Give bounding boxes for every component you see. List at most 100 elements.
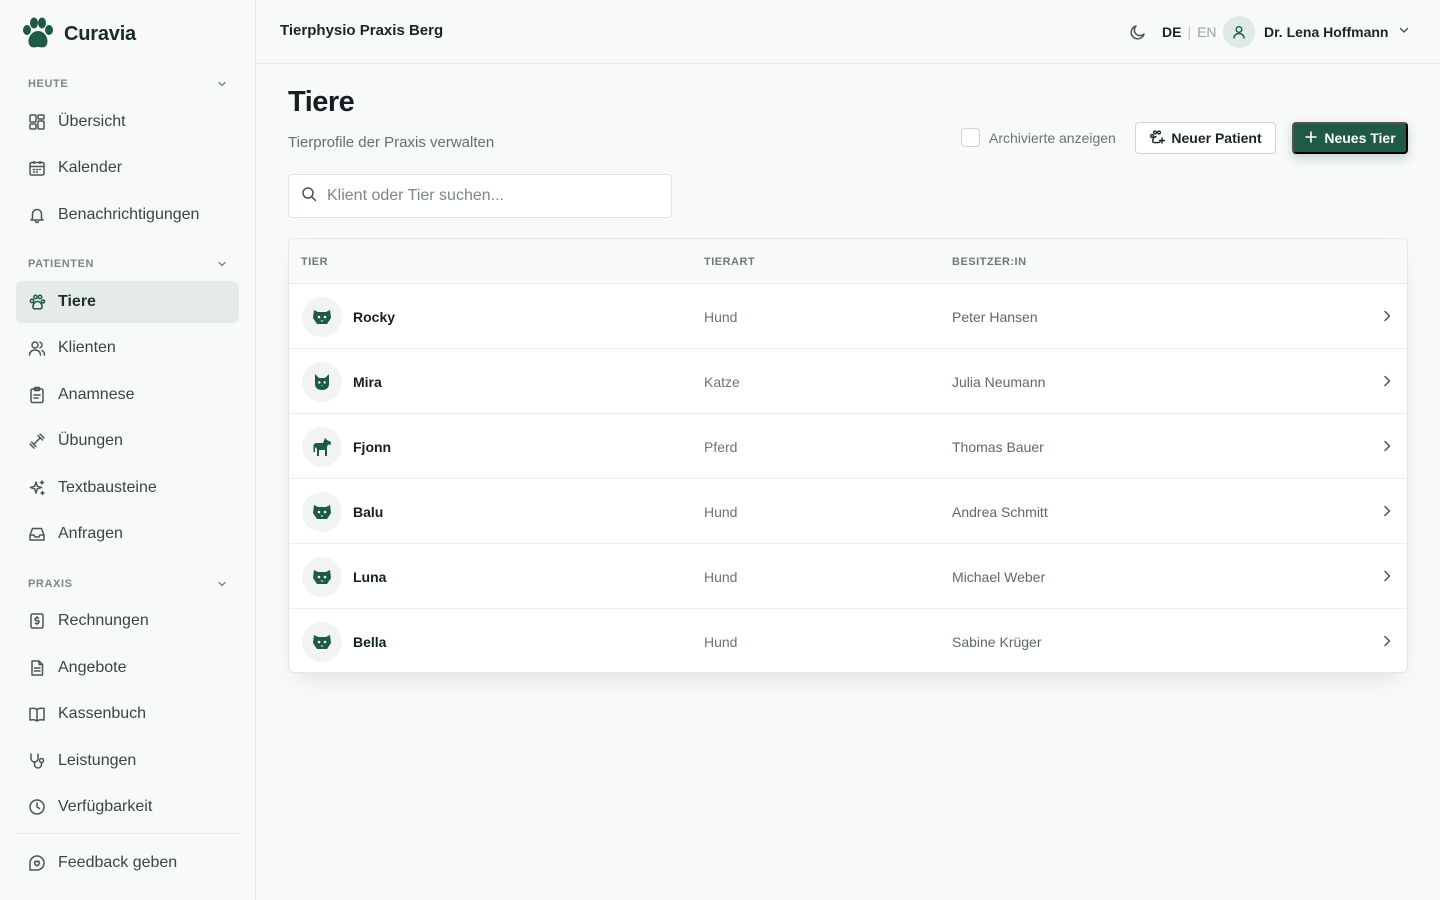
sidebar-item-uebungen[interactable]: Übungen xyxy=(16,420,239,462)
sparkles-icon xyxy=(28,479,46,497)
table-row[interactable]: Balu Hund Andrea Schmitt xyxy=(289,478,1407,543)
book-icon xyxy=(28,705,46,723)
sidebar-item-klienten[interactable]: Klienten xyxy=(16,327,239,369)
table-row[interactable]: Luna Hund Michael Weber xyxy=(289,543,1407,608)
user-menu[interactable]: Dr. Lena Hoffmann xyxy=(1223,16,1411,48)
section-title: PATIENTEN xyxy=(28,258,95,270)
sidebar-item-label: Verfügbarkeit xyxy=(58,798,153,815)
archive-toggle[interactable]: Archivierte anzeigen xyxy=(961,128,1116,147)
sidebar-item-verfuegbarkeit[interactable]: Verfügbarkeit xyxy=(16,786,239,828)
sidebar-item-label: Rechnungen xyxy=(58,612,149,629)
dog-icon xyxy=(302,557,342,597)
animal-name: Bella xyxy=(353,634,387,650)
animal-owner: Sabine Krüger xyxy=(952,634,1042,650)
sidebar-item-kassenbuch[interactable]: Kassenbuch xyxy=(16,693,239,735)
chevron-right-icon xyxy=(1379,568,1395,584)
animal-owner: Michael Weber xyxy=(952,569,1046,585)
sidebar-item-label: Kassenbuch xyxy=(58,705,147,722)
column-header-tierart[interactable]: TIERART xyxy=(704,256,755,268)
paw-plus-icon xyxy=(1149,129,1166,148)
sidebar: Curavia HEUTE Übersicht Kalender Benachr… xyxy=(0,0,256,900)
horse-icon xyxy=(302,427,342,467)
new-animal-button[interactable]: Neues Tier xyxy=(1292,122,1408,154)
document-icon xyxy=(28,659,46,677)
animal-owner: Peter Hansen xyxy=(952,309,1038,325)
dog-icon xyxy=(302,492,342,532)
plus-icon xyxy=(1304,130,1318,147)
sidebar-item-benachrichtigungen[interactable]: Benachrichtigungen xyxy=(16,194,239,236)
new-patient-button[interactable]: Neuer Patient xyxy=(1135,122,1276,154)
sidebar-item-rechnungen[interactable]: Rechnungen xyxy=(16,600,239,642)
chevron-right-icon xyxy=(1379,308,1395,324)
sidebar-item-label: Übungen xyxy=(58,432,123,449)
sidebar-item-label: Tiere xyxy=(58,293,96,310)
animal-name: Rocky xyxy=(353,309,396,325)
inbox-icon xyxy=(28,525,46,543)
animal-species: Pferd xyxy=(704,439,738,455)
animal-name: Mira xyxy=(353,374,382,390)
sidebar-item-leistungen[interactable]: Leistungen xyxy=(16,740,239,782)
sidebar-item-label: Kalender xyxy=(58,159,123,176)
chevron-right-icon xyxy=(1379,503,1395,519)
table-row[interactable]: Rocky Hund Peter Hansen xyxy=(289,283,1407,348)
sidebar-item-textbausteine[interactable]: Textbausteine xyxy=(16,467,239,509)
animals-table: TIER TIERART BESITZER:IN Rocky Hund Pete… xyxy=(288,238,1408,673)
avatar xyxy=(1223,16,1255,48)
sidebar-divider xyxy=(16,833,239,834)
search-input[interactable] xyxy=(327,187,647,205)
section-heute[interactable]: HEUTE xyxy=(28,76,228,92)
chevron-right-icon xyxy=(1379,633,1395,649)
animal-species: Hund xyxy=(704,309,738,325)
sidebar-item-anamnese[interactable]: Anamnese xyxy=(16,374,239,416)
sidebar-item-label: Leistungen xyxy=(58,752,137,769)
feedback-button[interactable]: Feedback geben xyxy=(16,842,239,884)
chevron-down-icon xyxy=(216,78,228,90)
table-header: TIER TIERART BESITZER:IN xyxy=(289,239,1407,283)
language-switcher: DE | EN xyxy=(1162,24,1217,40)
paw-icon xyxy=(28,293,46,311)
chevron-down-icon xyxy=(216,258,228,270)
column-header-tier[interactable]: TIER xyxy=(301,256,328,268)
table-row[interactable]: Bella Hund Sabine Krüger xyxy=(289,608,1407,672)
feedback-icon xyxy=(28,854,46,872)
sidebar-item-label: Textbausteine xyxy=(58,479,157,496)
archive-label: Archivierte anzeigen xyxy=(989,129,1116,146)
sidebar-item-uebersicht[interactable]: Übersicht xyxy=(16,101,239,143)
user-name: Dr. Lena Hoffmann xyxy=(1264,24,1389,40)
lang-en-button[interactable]: EN xyxy=(1197,24,1216,40)
cat-icon xyxy=(302,362,342,402)
section-praxis[interactable]: PRAXIS xyxy=(28,576,228,592)
sidebar-item-label: Benachrichtigungen xyxy=(58,206,200,223)
app-name: Curavia xyxy=(64,22,136,45)
sidebar-item-anfragen[interactable]: Anfragen xyxy=(16,513,239,555)
dashboard-icon xyxy=(28,113,46,131)
search-icon xyxy=(301,186,317,207)
sidebar-item-label: Anamnese xyxy=(58,386,135,403)
table-row[interactable]: Mira Katze Julia Neumann xyxy=(289,348,1407,413)
moon-icon[interactable] xyxy=(1128,22,1148,42)
new-animal-label: Neues Tier xyxy=(1324,130,1396,146)
section-patienten[interactable]: PATIENTEN xyxy=(28,256,228,272)
sidebar-item-kalender[interactable]: Kalender xyxy=(16,147,239,189)
paw-logo-icon xyxy=(23,17,53,48)
lang-separator: | xyxy=(1187,24,1192,40)
topbar: Tierphysio Praxis Berg DE | EN Dr. Lena … xyxy=(256,0,1440,64)
animal-owner: Thomas Bauer xyxy=(952,439,1044,455)
sidebar-item-angebote[interactable]: Angebote xyxy=(16,647,239,689)
sidebar-item-label: Übersicht xyxy=(58,113,126,130)
receipt-icon xyxy=(28,612,46,630)
page-subtitle: Tierprofile der Praxis verwalten xyxy=(288,134,495,151)
chevron-right-icon xyxy=(1379,373,1395,389)
sidebar-item-tiere[interactable]: Tiere xyxy=(16,281,239,323)
archive-checkbox[interactable] xyxy=(961,128,980,147)
table-row[interactable]: Fjonn Pferd Thomas Bauer xyxy=(289,413,1407,478)
logo[interactable]: Curavia xyxy=(20,16,136,52)
chevron-down-icon xyxy=(1397,23,1411,42)
calendar-icon xyxy=(28,159,46,177)
practice-name: Tierphysio Praxis Berg xyxy=(280,22,444,39)
lang-de-button[interactable]: DE xyxy=(1162,24,1181,40)
dog-icon xyxy=(302,297,342,337)
dog-icon xyxy=(302,622,342,662)
chevron-right-icon xyxy=(1379,438,1395,454)
column-header-besitzer[interactable]: BESITZER:IN xyxy=(952,256,1027,268)
